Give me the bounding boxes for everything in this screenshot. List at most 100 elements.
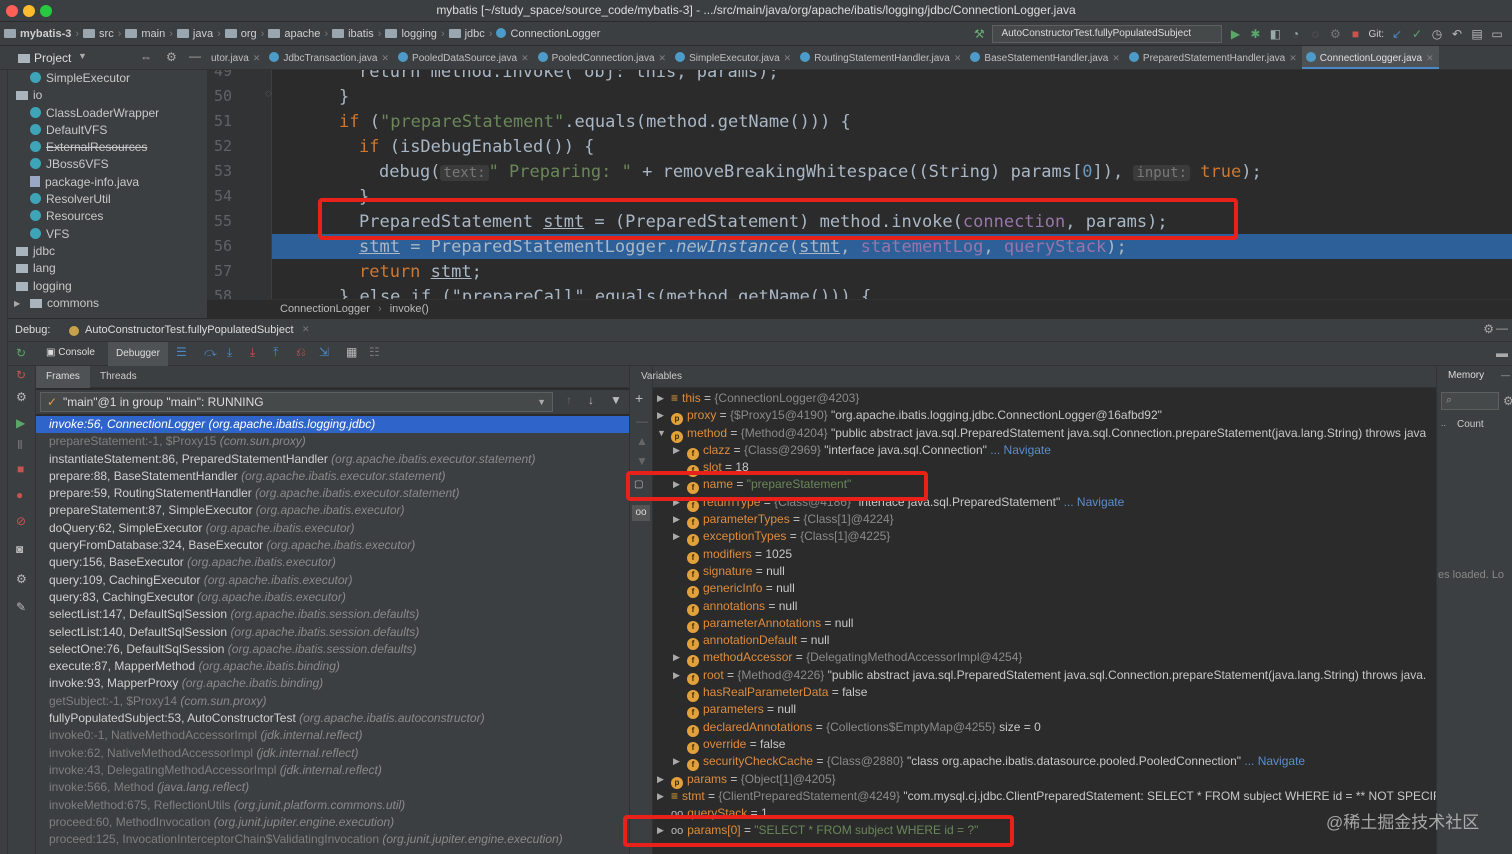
tab-console[interactable]: ▣ Console <box>46 347 95 358</box>
layout-icon[interactable]: ▬ <box>1496 346 1508 360</box>
threads-icon[interactable]: ☰ <box>176 345 187 359</box>
history-icon[interactable]: ◷ <box>1430 27 1444 41</box>
editor-tab[interactable]: RoutingStatementHandler.java ✕ <box>796 46 966 69</box>
variable-row[interactable]: ▶ f exceptionTypes = {Class[1]@4225} <box>653 528 1436 547</box>
close-icon[interactable]: ✕ <box>253 53 261 63</box>
arrow-down-icon[interactable]: ↓ <box>588 393 594 407</box>
variable-row[interactable]: f annotationDefault = null <box>653 632 1436 651</box>
tree-item[interactable]: package-info.java <box>8 174 207 191</box>
stop-icon[interactable]: ■ <box>1348 27 1362 41</box>
stack-frame[interactable]: fullyPopulatedSubject:53, AutoConstructo… <box>36 710 629 727</box>
variable-row[interactable]: f override = false <box>653 736 1436 754</box>
tab-debugger[interactable]: Debugger <box>108 342 168 366</box>
git-commit-icon[interactable]: ✓ <box>1410 27 1424 41</box>
git-update-icon[interactable]: ↙ <box>1390 27 1404 41</box>
editor-tab[interactable]: JdbcTransaction.java ✕ <box>265 46 394 69</box>
chevron-right-icon[interactable]: ▶ <box>673 442 683 459</box>
tree-item[interactable]: VFS <box>8 226 207 243</box>
variable-row[interactable]: f parameterAnnotations = null <box>653 615 1436 633</box>
tree-item[interactable]: logging <box>8 278 207 295</box>
stack-frame[interactable]: invoke:566, Method (java.lang.reflect) <box>36 779 629 796</box>
chevron-right-icon[interactable]: ▶ <box>673 649 683 666</box>
variable-row[interactable]: ▶ f securityCheckCache = {Class@2880} "cla… <box>653 753 1436 772</box>
stack-frame[interactable]: query:156, BaseExecutor (org.apache.ibat… <box>36 554 629 571</box>
layout-icon[interactable]: ▭ <box>1490 27 1504 41</box>
close-icon[interactable]: ✕ <box>659 53 667 63</box>
editor-tab[interactable]: ConnectionLogger.java ✕ <box>1301 46 1439 69</box>
editor-tab[interactable]: BaseStatementHandler.java ✕ <box>966 46 1125 69</box>
crumb-class[interactable]: ConnectionLogger <box>280 303 370 315</box>
variable-row[interactable]: f hasRealParameterData = false <box>653 684 1436 703</box>
attach-icon[interactable]: ◌ <box>1308 27 1322 41</box>
stack-frame[interactable]: prepareStatement:-1, $Proxy15 (com.sun.p… <box>36 433 629 450</box>
pin-icon[interactable]: ✎ <box>16 600 26 614</box>
tree-item[interactable]: ExternalResources <box>8 139 207 156</box>
tree-item[interactable]: ResolverUtil <box>8 191 207 208</box>
stack-frame[interactable]: instantiateStatement:86, PreparedStateme… <box>36 451 629 468</box>
variable-row[interactable]: ▶ f parameterTypes = {Class[1]@4224} <box>653 511 1436 530</box>
tree-item[interactable]: ClassLoaderWrapper <box>8 105 207 122</box>
chevron-right-icon[interactable]: ▶ <box>657 407 667 424</box>
filter-icon[interactable]: ▼ <box>610 393 622 407</box>
stack-frame[interactable]: queryFromDatabase:324, BaseExecutor (org… <box>36 537 629 554</box>
gear-icon[interactable]: ⚙ <box>166 50 177 64</box>
editor-tab[interactable]: PooledDataSource.java ✕ <box>394 46 534 69</box>
tree-item[interactable]: JBoss6VFS <box>8 156 207 173</box>
close-icon[interactable]: ✕ <box>521 53 529 63</box>
mute-breakpoints-icon[interactable]: ⊘ <box>16 514 26 528</box>
hammer-icon[interactable]: ⚒ <box>972 27 986 41</box>
chevron-down-icon[interactable]: ▼ <box>657 425 667 442</box>
close-icon[interactable]: ✕ <box>1289 53 1297 63</box>
evaluate-icon[interactable]: ▦ <box>346 345 357 359</box>
watches-toggle-icon[interactable]: oo <box>632 505 650 521</box>
variable-row[interactable]: f parameters = null <box>653 701 1436 720</box>
chevron-right-icon[interactable]: ▶ <box>657 771 667 788</box>
gear-icon[interactable]: ⚙ <box>1483 322 1494 336</box>
count-column-header[interactable]: Count <box>1457 419 1484 430</box>
tab-threads[interactable]: Threads <box>100 366 137 388</box>
stack-frame[interactable]: invoke:62, NativeMethodAccessorImpl (jdk… <box>36 745 629 762</box>
build-icon[interactable]: ⚙ <box>1328 27 1342 41</box>
variable-row[interactable]: ▶ ≡ this = {ConnectionLogger@4203} <box>653 390 1436 407</box>
thread-combo[interactable]: ✓ "main"@1 in group "main": RUNNING ▼ <box>40 392 553 412</box>
editor-tab[interactable]: utor.java ✕ <box>207 46 265 69</box>
debug-icon[interactable]: ✱ <box>1248 27 1262 41</box>
pause-icon[interactable]: Ⅱ <box>17 438 23 452</box>
breadcrumb-item[interactable]: java › <box>173 22 221 45</box>
memory-search-input[interactable]: ⌕ <box>1441 392 1499 410</box>
navigate-link[interactable]: ... Navigate <box>1241 754 1305 768</box>
force-step-into-icon[interactable]: ⤓ <box>250 345 255 360</box>
close-icon[interactable]: ✕ <box>302 324 310 335</box>
variable-row[interactable]: ▼ p method = {Method@4204} "public abstrac… <box>653 425 1436 443</box>
stack-frame[interactable]: prepareStatement:87, SimpleExecutor (org… <box>36 502 629 519</box>
tab-frames[interactable]: Frames <box>36 366 90 388</box>
breadcrumb-item[interactable]: org › <box>221 22 264 45</box>
breadcrumb-item[interactable]: logging › <box>381 22 445 45</box>
navigate-link[interactable]: ... Navigate <box>1060 495 1125 509</box>
variable-row[interactable]: ▶ p params = {Object[1]@4205} <box>653 771 1436 789</box>
arrow-up-icon[interactable]: ↑ <box>566 393 572 407</box>
tree-item[interactable]: Resources <box>8 208 207 225</box>
step-over-icon[interactable]: ⤼ <box>204 345 217 360</box>
editor-tab[interactable]: PreparedStatementHandler.java ✕ <box>1125 46 1302 69</box>
hide-icon[interactable]: — <box>189 49 201 63</box>
stack-frame[interactable]: proceed:125, InvocationInterceptorChain$… <box>36 831 629 848</box>
hide-icon[interactable]: — <box>1496 321 1508 335</box>
editor-tab[interactable]: SimpleExecutor.java ✕ <box>671 46 796 69</box>
crumb-method[interactable]: invoke() <box>390 303 429 315</box>
chevron-right-icon[interactable]: ▶ <box>673 528 683 545</box>
close-icon[interactable]: ✕ <box>381 53 389 63</box>
step-into-icon[interactable]: ⤓ <box>227 345 232 360</box>
stack-frame[interactable]: getSubject:-1, $Proxy14 (com.sun.proxy) <box>36 693 629 710</box>
resume-icon[interactable]: ▶ <box>16 416 25 430</box>
close-icon[interactable]: ✕ <box>954 53 962 63</box>
tree-item[interactable]: SimpleExecutor <box>8 70 207 87</box>
settings-icon[interactable]: ⚙ <box>16 390 27 404</box>
collapse-all-icon[interactable]: ⇔ <box>140 50 152 64</box>
stack-frame[interactable]: selectOne:76, DefaultSqlSession (org.apa… <box>36 641 629 658</box>
camera-icon[interactable]: ◙ <box>16 542 23 556</box>
run-icon[interactable]: ▶ <box>1228 27 1242 41</box>
breadcrumb-item[interactable]: apache › <box>264 22 328 45</box>
close-icon[interactable]: ✕ <box>784 53 792 63</box>
stack-frame[interactable]: selectList:140, DefaultSqlSession (org.a… <box>36 624 629 641</box>
